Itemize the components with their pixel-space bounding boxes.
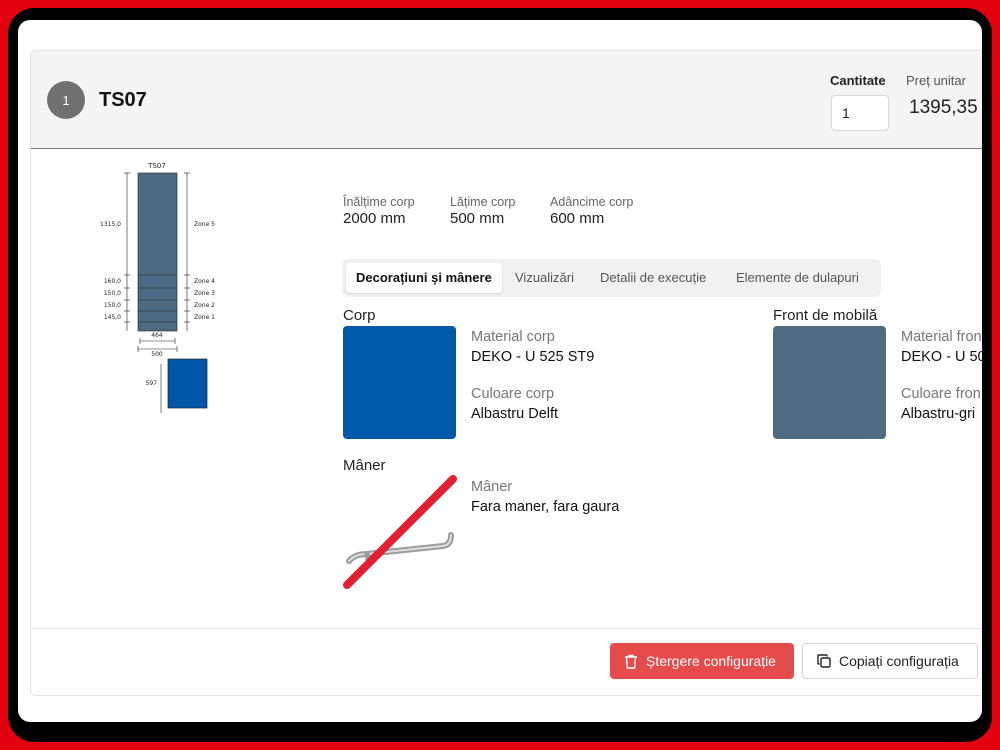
configuration-card: 1 TS07 Cantitate Preț unitar 1395,35 TS0…: [30, 50, 982, 696]
front-color-swatch[interactable]: [773, 326, 886, 439]
depth-label: 597: [146, 380, 158, 387]
dimension-height-label: Înălțime corp: [343, 195, 415, 209]
quantity-label: Cantitate: [830, 73, 886, 88]
zone-label-2: Zone 2: [194, 302, 215, 309]
zone-label-5: Zone 5: [194, 221, 215, 228]
front-color-label: Culoare fron: [901, 386, 981, 402]
tab-visualizations[interactable]: Vizualizări: [505, 263, 584, 293]
item-number-badge: 1: [47, 81, 85, 119]
zone-height-4: 160,0: [104, 278, 121, 285]
handle-value: Fara maner, fara gaura: [471, 499, 620, 515]
dimension-width-value: 500 mm: [450, 210, 505, 227]
unit-price-label: Preț unitar: [906, 73, 966, 88]
front-material-label: Material fron: [901, 329, 982, 345]
corp-color-value: Albastru Delft: [471, 406, 559, 422]
tab-execution-details[interactable]: Detalii de execuție: [590, 263, 716, 293]
handle-section-title: Mâner: [343, 457, 386, 474]
tab-decorations-handles[interactable]: Decorațiuni și mânere: [346, 263, 502, 293]
no-handle-icon[interactable]: [343, 475, 461, 591]
item-title: TS07: [99, 89, 147, 111]
dimension-depth: Adâncime corp 600 mm: [550, 195, 633, 227]
card-header: 1 TS07 Cantitate Preț unitar 1395,35: [31, 51, 982, 149]
corp-section-title: Corp: [343, 307, 376, 324]
delete-configuration-button[interactable]: Ștergere configurație: [610, 643, 794, 679]
front-material-value: DEKO - U 50: [901, 349, 982, 365]
footer-divider: [31, 628, 982, 629]
corp-color-swatch[interactable]: [343, 326, 456, 439]
dimension-height-value: 2000 mm: [343, 210, 406, 227]
dimension-height: Înălțime corp 2000 mm: [343, 195, 415, 227]
quantity-input[interactable]: [831, 95, 889, 131]
corp-material-value: DEKO - U 525 ST9: [471, 349, 595, 365]
zone-height-1: 145,0: [104, 314, 121, 321]
dimension-width: Lățime corp 500 mm: [450, 195, 515, 227]
tab-bar: Decorațiuni și mânere Vizualizări Detali…: [342, 259, 881, 297]
tab-cabinet-elements[interactable]: Elemente de dulapuri: [726, 263, 869, 293]
cabinet-side-view: [167, 358, 208, 409]
corp-color-label: Culoare corp: [471, 386, 555, 402]
zone-height-3: 150,0: [104, 290, 121, 297]
delete-configuration-label: Ștergere configurație: [646, 653, 776, 669]
unit-price-value: 1395,35: [909, 97, 978, 118]
front-color-value: Albastru-gri: [901, 406, 976, 422]
copy-icon: [817, 654, 831, 668]
zone-height-2: 150,0: [104, 302, 121, 309]
zone-label-4: Zone 4: [194, 278, 215, 285]
trash-icon: [625, 654, 637, 669]
zone-label-3: Zone 3: [194, 290, 215, 297]
zone-height-5: 1315,0: [100, 221, 121, 228]
cabinet-front-view: [137, 172, 178, 332]
dimension-width-label: Lățime corp: [450, 195, 516, 209]
cabinet-drawing: TS07 1315,0 160,0 150,0 150,0 145,0 Zone…: [100, 162, 215, 413]
dimension-depth-value: 600 mm: [550, 210, 605, 227]
dimension-depth-label: Adâncime corp: [550, 195, 634, 209]
screen: 1 TS07 Cantitate Preț unitar 1395,35 TS0…: [18, 20, 982, 722]
front-section-title: Front de mobilă: [773, 307, 878, 324]
drawing-title: TS07: [147, 162, 166, 170]
copy-configuration-label: Copiați configurația: [839, 653, 959, 669]
handle-label: Mâner: [471, 479, 513, 495]
corp-material-label: Material corp: [471, 329, 555, 345]
outer-width-label: 500: [151, 351, 163, 358]
copy-configuration-button[interactable]: Copiați configurația: [802, 643, 978, 679]
inner-width-label: 464: [151, 332, 163, 339]
zone-label-1: Zone 1: [194, 314, 215, 321]
